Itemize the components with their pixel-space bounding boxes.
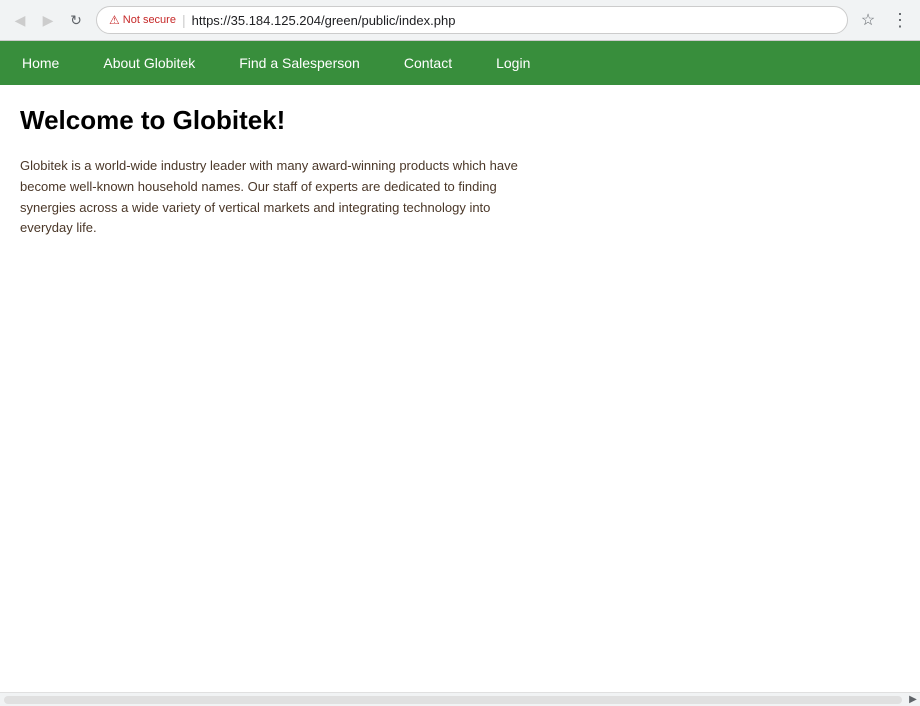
address-divider: |	[182, 12, 186, 28]
warning-icon: ⚠	[109, 13, 120, 27]
nav-buttons: ◀ ▶ ↻	[8, 8, 88, 32]
address-bar[interactable]: ⚠ Not secure | https://35.184.125.204/gr…	[96, 6, 848, 34]
main-content: Welcome to Globitek! Globitek is a world…	[0, 85, 920, 259]
forward-button[interactable]: ▶	[36, 8, 60, 32]
page-title: Welcome to Globitek!	[20, 105, 900, 136]
nav-item-home[interactable]: Home	[0, 41, 81, 85]
back-button[interactable]: ◀	[8, 8, 32, 32]
bottom-scrollbar[interactable]: ▶	[0, 692, 920, 706]
nav-item-contact[interactable]: Contact	[382, 41, 474, 85]
page-description: Globitek is a world-wide industry leader…	[20, 156, 520, 239]
bookmark-button[interactable]: ☆	[856, 8, 880, 32]
scroll-right-button[interactable]: ▶	[906, 693, 920, 706]
more-button[interactable]: ⋮	[888, 8, 912, 32]
nav-item-find-salesperson[interactable]: Find a Salesperson	[217, 41, 382, 85]
nav-item-about[interactable]: About Globitek	[81, 41, 217, 85]
browser-toolbar: ◀ ▶ ↻ ⚠ Not secure | https://35.184.125.…	[0, 0, 920, 40]
horizontal-scrollbar-track[interactable]	[4, 696, 902, 704]
nav-item-login[interactable]: Login	[474, 41, 552, 85]
security-label: Not secure	[123, 14, 176, 26]
nav-menu: Home About Globitek Find a Salesperson C…	[0, 41, 920, 85]
url-text: https://35.184.125.204/green/public/inde…	[192, 13, 456, 28]
security-indicator: ⚠ Not secure	[109, 13, 176, 27]
reload-button[interactable]: ↻	[64, 8, 88, 32]
browser-chrome: ◀ ▶ ↻ ⚠ Not secure | https://35.184.125.…	[0, 0, 920, 41]
